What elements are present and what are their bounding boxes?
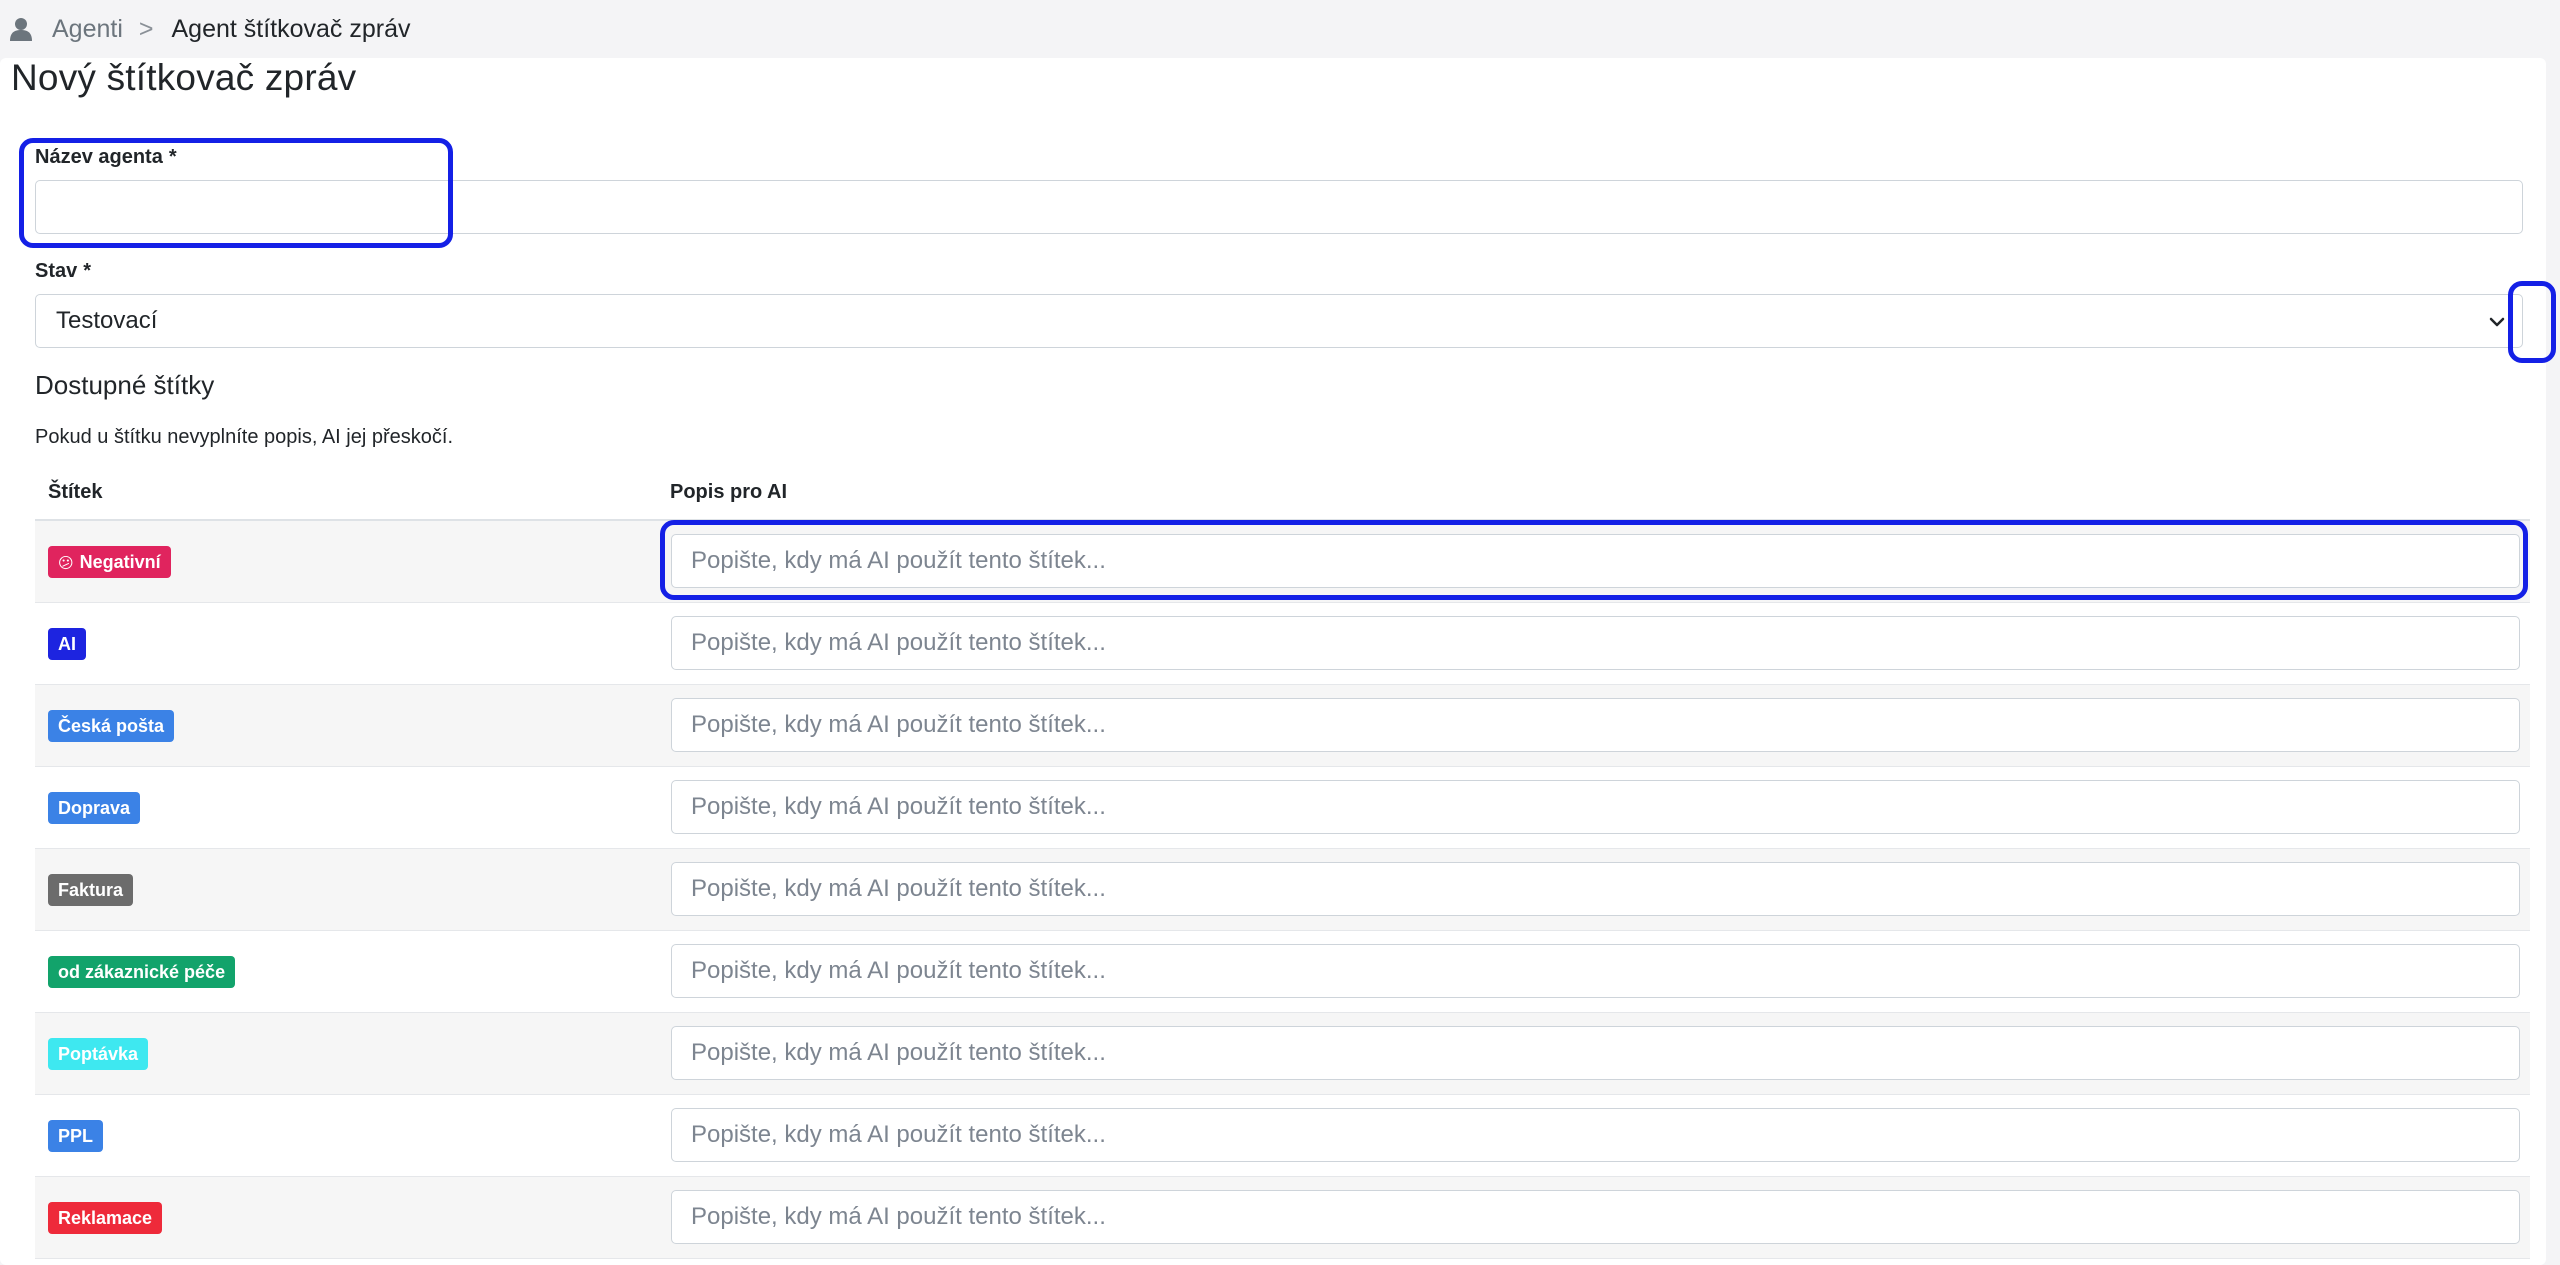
label-badge-text: Reklamace (58, 1208, 153, 1228)
label-badge: PPL (48, 1120, 104, 1152)
label-badge-text: PPL (58, 1126, 94, 1146)
label-badge: Česká pošta (48, 710, 175, 742)
status-select-value: Testovací (56, 307, 158, 334)
label-badge-text: Faktura (58, 880, 124, 900)
column-header-label: Štítek (48, 481, 103, 503)
label-badge: AI (48, 628, 86, 660)
status-select[interactable]: Testovací (35, 294, 2523, 348)
label-badge-text: Negativní (79, 552, 161, 572)
label-badge: Poptávka (48, 1038, 149, 1070)
status-label-text: Stav (35, 260, 78, 282)
breadcrumb-current: Agent štítkovač zpráv (171, 14, 411, 43)
label-badge: Faktura (48, 874, 134, 906)
table-row: Reklamace (35, 1177, 2530, 1259)
description-input[interactable] (671, 616, 2520, 670)
label-badge-text: Česká pošta (58, 716, 165, 736)
label-badge-text: Poptávka (58, 1044, 139, 1064)
user-icon (10, 18, 32, 41)
description-input[interactable] (671, 1190, 2520, 1244)
breadcrumb: Agenti > Agent štítkovač zpráv (0, 0, 2560, 58)
description-input[interactable] (671, 1026, 2520, 1080)
required-marker: * (168, 146, 177, 168)
labels-table: 😕 Negativní AI Česká pošta Doprava Faktura od … (35, 521, 2530, 1259)
table-row: PPL (35, 1095, 2530, 1177)
label-badge: Doprava (48, 792, 141, 824)
labels-section-title: Dostupné štítky (35, 370, 215, 400)
table-row: Poptávka (35, 1013, 2530, 1095)
table-row: Doprava (35, 767, 2530, 849)
table-row: Česká pošta (35, 685, 2530, 767)
table-row: od zákaznické péče (35, 931, 2530, 1013)
label-badge: od zákaznické péče (48, 956, 236, 988)
description-input[interactable] (671, 780, 2520, 834)
agent-name-label-text: Název agenta (35, 146, 163, 168)
page-title: Nový štítkovač zpráv (11, 57, 357, 98)
description-input[interactable] (671, 944, 2520, 998)
description-input[interactable] (671, 534, 2520, 588)
chevron-down-icon[interactable] (2486, 311, 2508, 333)
label-badge: Reklamace (48, 1202, 163, 1234)
label-badge: 😕 Negativní (48, 546, 171, 578)
status-label: Stav * (35, 260, 91, 283)
breadcrumb-separator: > (138, 14, 154, 43)
breadcrumb-link-agenti[interactable]: Agenti (52, 15, 123, 44)
column-header-description: Popis pro AI (670, 481, 788, 503)
required-marker: * (83, 260, 92, 282)
label-badge-text: od zákaznické péče (58, 962, 226, 982)
table-row: AI (35, 603, 2530, 685)
labels-hint: Pokud u štítku nevyplníte popis, AI jej … (35, 426, 454, 448)
label-badge-text: AI (58, 634, 76, 654)
emoji-icon: 😕 (58, 555, 74, 572)
form-card: Nový štítkovač zpráv Název agenta * Stav *… (0, 58, 2546, 1265)
agent-name-input[interactable] (35, 180, 2523, 234)
label-badge-text: Doprava (58, 798, 131, 818)
table-row: Faktura (35, 849, 2530, 931)
description-input[interactable] (671, 862, 2520, 916)
agent-name-label: Název agenta * (35, 146, 177, 169)
description-input[interactable] (671, 1108, 2520, 1162)
table-row: 😕 Negativní (35, 521, 2530, 603)
description-input[interactable] (671, 698, 2520, 752)
